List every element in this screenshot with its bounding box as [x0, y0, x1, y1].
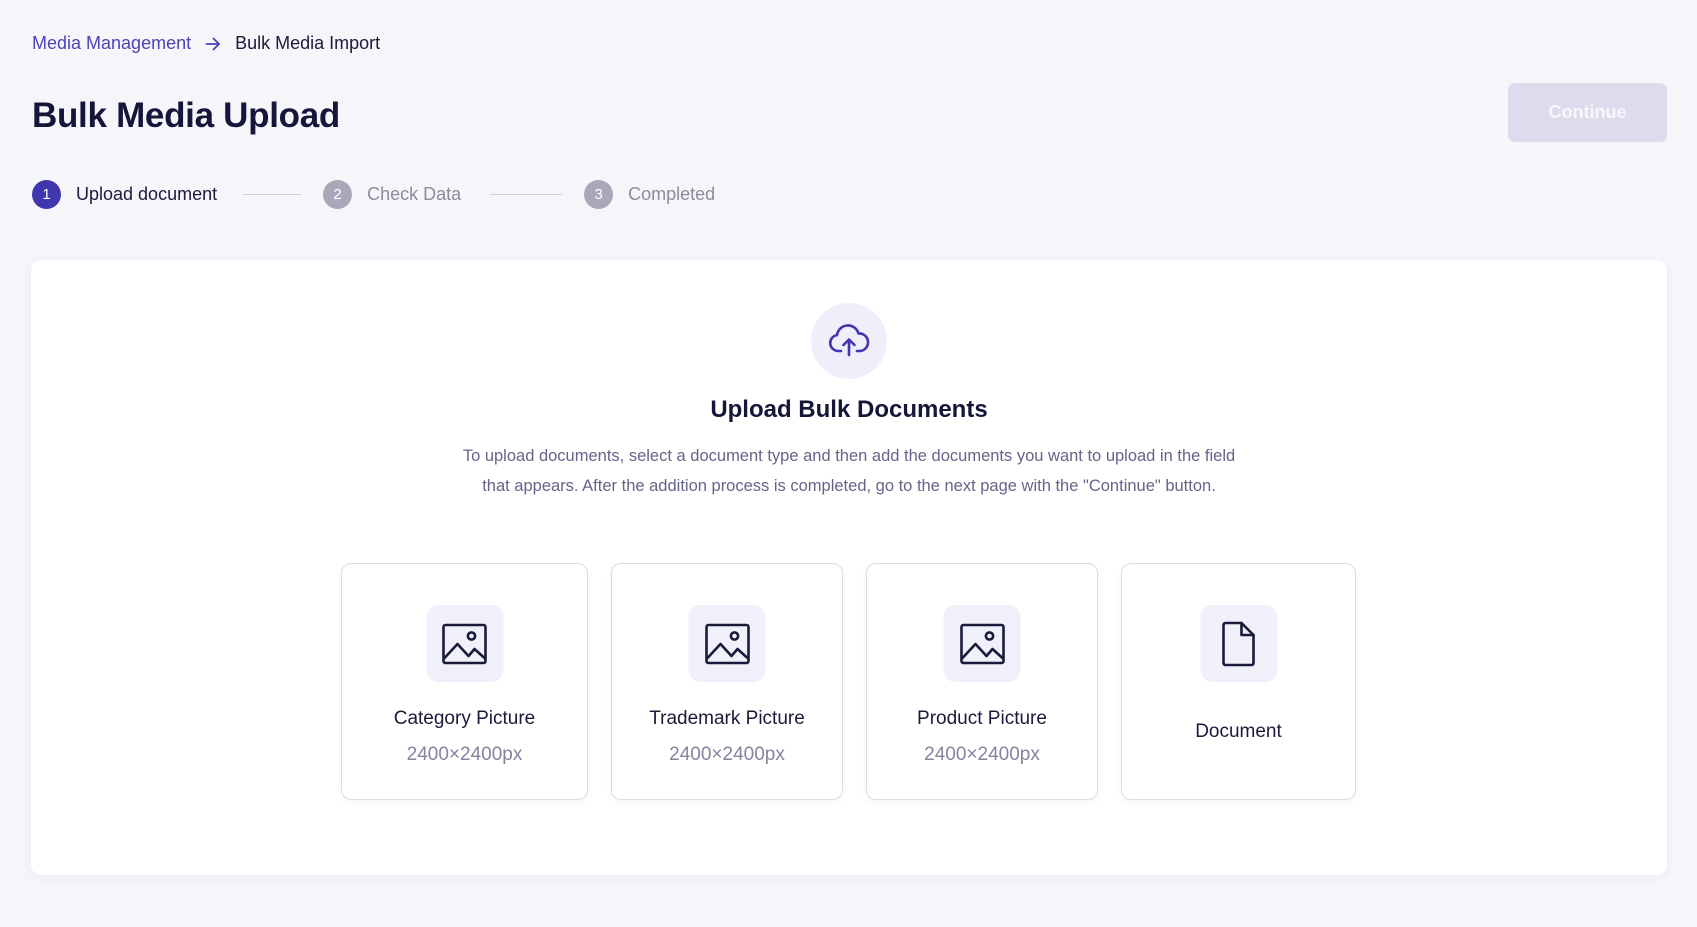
file-icon [1200, 605, 1277, 682]
arrow-right-icon [205, 37, 221, 51]
doc-type-name: Product Picture [917, 708, 1047, 729]
upload-title: Upload Bulk Documents [710, 396, 988, 423]
doc-type-size: 2400×2400px [924, 744, 1040, 765]
doc-type-name: Category Picture [393, 708, 536, 729]
doc-type-product-picture[interactable]: Product Picture 2400×2400px [866, 563, 1098, 800]
step-number: 1 [32, 180, 61, 209]
step-completed: 3 Completed [584, 180, 715, 209]
cloud-upload-icon [811, 303, 887, 379]
continue-button[interactable]: Continue [1508, 83, 1667, 142]
image-icon [688, 605, 766, 682]
step-label: Upload document [76, 184, 218, 204]
image-icon [943, 605, 1021, 682]
page-title: Bulk Media Upload [32, 96, 340, 135]
breadcrumb-current: Bulk Media Import [235, 33, 381, 53]
upload-card: Upload Bulk Documents To upload document… [31, 260, 1667, 875]
step-upload-document: 1 Upload document [32, 180, 217, 209]
step-connector [243, 194, 302, 195]
doc-type-name: Trademark Picture [649, 708, 805, 729]
upload-description: To upload documents, select a document t… [462, 447, 1236, 495]
document-type-list: Category Picture 2400×2400px Trademark P… [341, 563, 1356, 800]
doc-type-trademark-picture[interactable]: Trademark Picture 2400×2400px [611, 563, 843, 800]
doc-type-document[interactable]: Document [1121, 563, 1356, 800]
doc-type-name: Document [1195, 721, 1282, 742]
step-label: Completed [628, 184, 716, 204]
breadcrumb-media-management-link[interactable]: Media Management [32, 33, 191, 54]
step-label: Check Data [367, 184, 462, 204]
doc-type-size: 2400×2400px [406, 744, 523, 765]
stepper: 1 Upload document 2 Check Data 3 Complet… [32, 180, 715, 209]
step-number: 2 [323, 180, 353, 209]
doc-type-size: 2400×2400px [669, 744, 785, 765]
step-check-data: 2 Check Data [323, 180, 461, 209]
image-icon [426, 605, 503, 682]
breadcrumb: Media Management Bulk Media Import [32, 33, 380, 54]
page: Media Management Bulk Media Import Bulk … [0, 0, 1697, 927]
step-connector [490, 194, 563, 195]
step-number: 3 [584, 180, 614, 209]
doc-type-category-picture[interactable]: Category Picture 2400×2400px [341, 563, 588, 800]
